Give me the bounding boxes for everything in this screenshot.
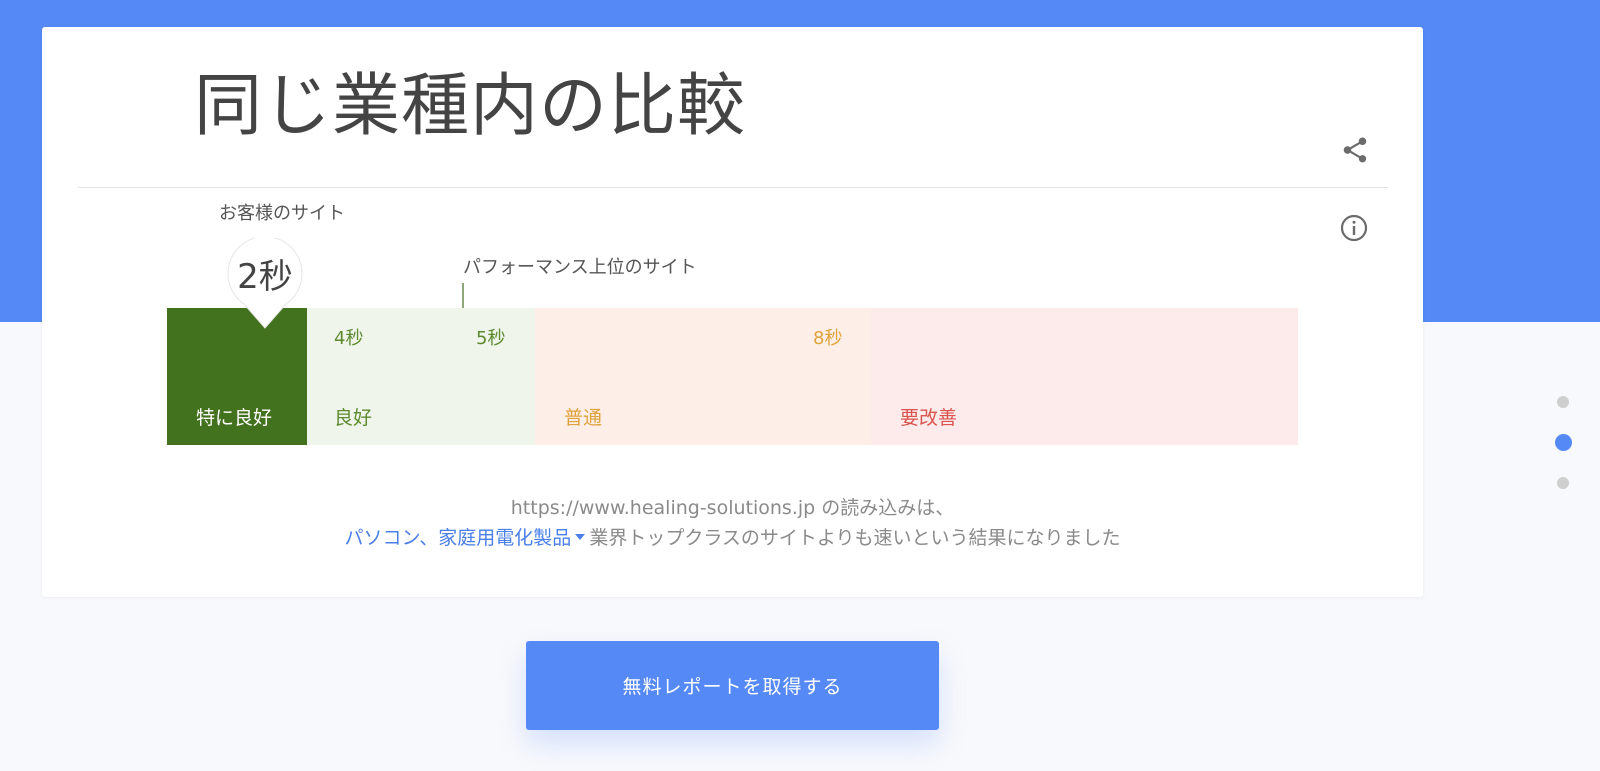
industry-dropdown-label[interactable]: パソコン、家庭用電化製品: [344, 527, 571, 549]
title-divider: [78, 187, 1388, 188]
share-icon[interactable]: [1340, 135, 1370, 165]
info-icon[interactable]: [1338, 212, 1370, 244]
result-text-line1: https://www.healing-solutions.jp の読み込みは、: [510, 497, 955, 519]
segment-label-average: 普通: [564, 407, 603, 429]
segment-label-good: 良好: [334, 407, 373, 429]
segment-label-needs-improvement: 要改善: [900, 407, 958, 429]
tick-label-8s: 8秒: [813, 328, 843, 349]
result-text-line2-body: 業界トップクラスのサイトよりも速いという結果になりました: [589, 527, 1121, 549]
comparison-card: 同じ業種内の比較 お客様のサイト パフォーマンス上位のサイト 4秒 5秒 8秒 …: [42, 27, 1423, 597]
tick-label-4s: 4秒: [334, 328, 364, 349]
segment-label-excellent: 特に良好: [196, 407, 273, 429]
customer-value: 2秒: [237, 257, 293, 297]
page-title: 同じ業種内の比較: [194, 67, 747, 146]
result-text-line2: パソコン、家庭用電化製品 業界トップクラスのサイトよりも速いという結果になりました: [42, 523, 1423, 550]
customer-site-label: お客様のサイト: [219, 203, 345, 224]
pagination-dot-3[interactable]: [1557, 477, 1569, 489]
chevron-down-icon[interactable]: [575, 534, 586, 540]
pagination-dot-2-active[interactable]: [1555, 434, 1572, 451]
top-sites-marker-line: [462, 283, 464, 308]
get-free-report-button[interactable]: 無料レポートを取得する: [526, 641, 939, 730]
pagination-dot-1[interactable]: [1557, 396, 1569, 408]
top-sites-label: パフォーマンス上位のサイト: [463, 257, 697, 278]
tick-label-5s: 5秒: [476, 328, 506, 349]
industry-dropdown[interactable]: パソコン、家庭用電化製品: [344, 527, 589, 549]
